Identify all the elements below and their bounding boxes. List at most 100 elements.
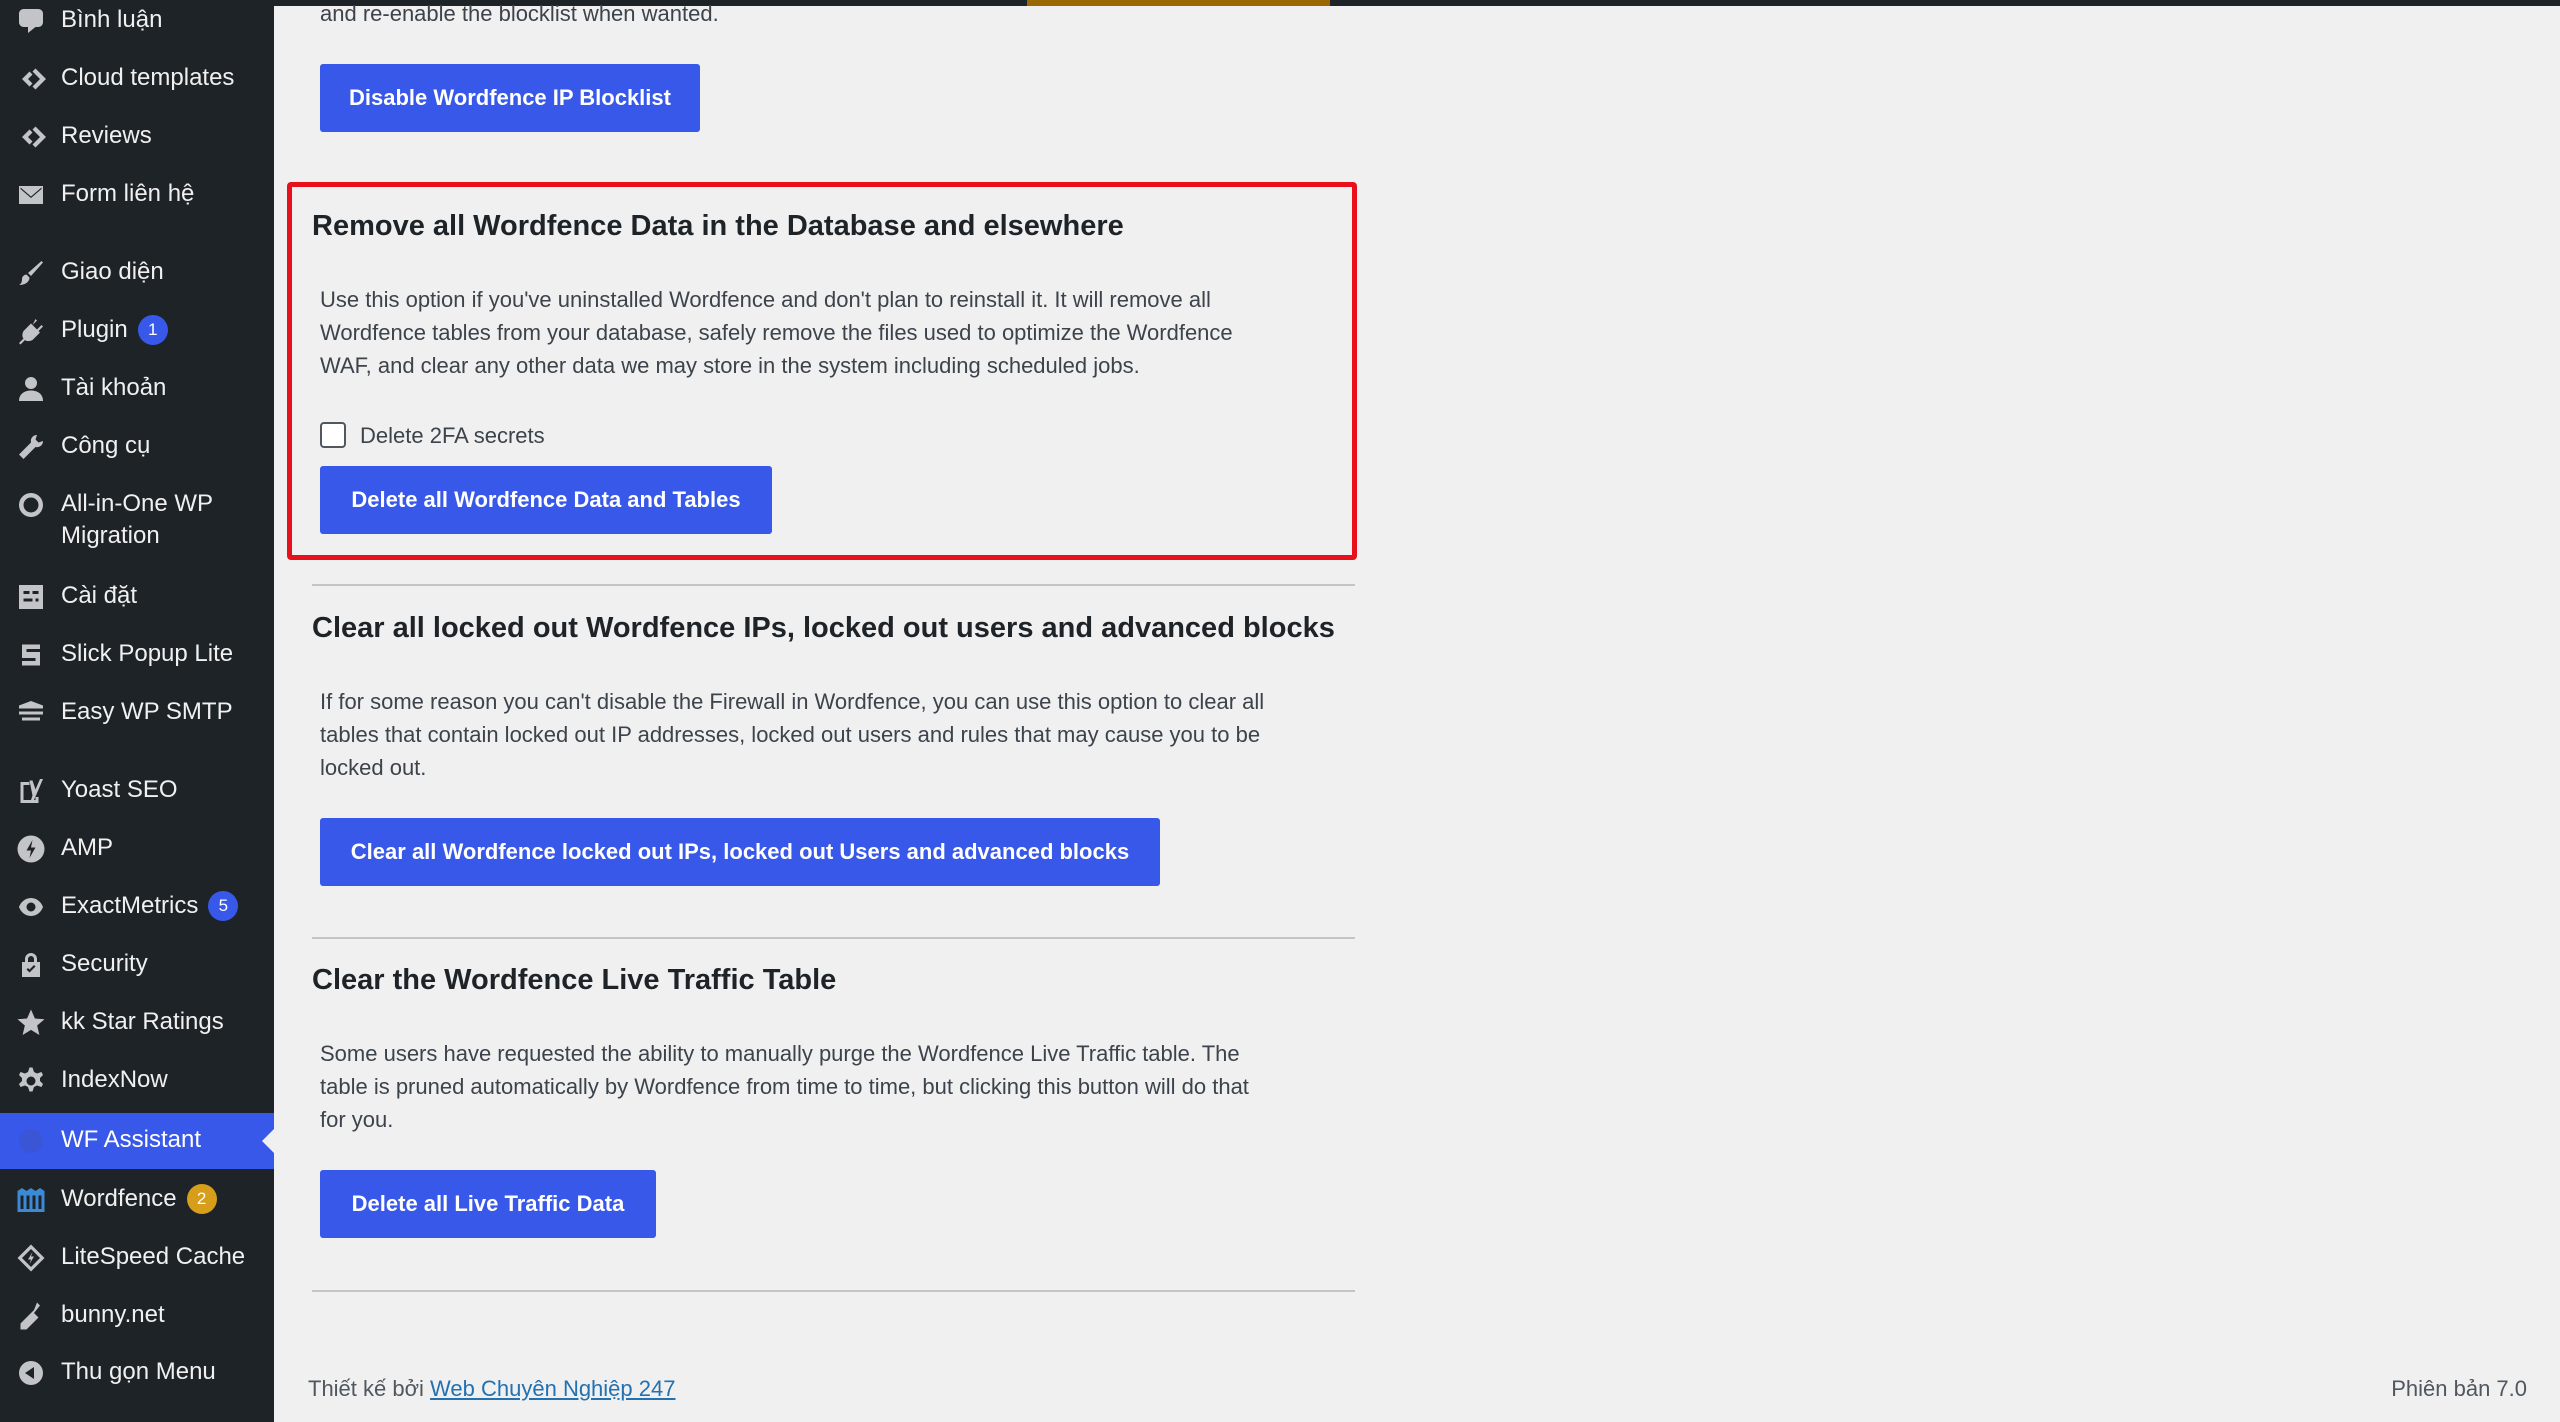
section-title-live-traffic: Clear the Wordfence Live Traffic Table: [312, 964, 837, 996]
description-line: WAF, and clear any other data we may sto…: [320, 353, 1140, 378]
sidebar-item-cloud-templates[interactable]: Cloud templates: [0, 62, 274, 98]
sidebar-item-label: Công cụ: [61, 432, 151, 459]
smtp-icon: [14, 696, 48, 730]
sidebar-item-label: IndexNow: [61, 1066, 168, 1093]
delete-live-traffic-button[interactable]: Delete all Live Traffic Data: [320, 1170, 656, 1238]
sidebar-item-tools[interactable]: Công cụ: [0, 430, 274, 466]
sidebar-item-comments[interactable]: Bình luận: [0, 4, 274, 40]
sidebar-item-label: Giao diện: [61, 258, 164, 285]
sidebar-item-security[interactable]: Security: [0, 948, 274, 984]
sidebar-item-wf-assistant[interactable]: WF Assistant: [0, 1113, 274, 1169]
sidebar-item-aio-migration[interactable]: All-in-One WP Migration: [0, 488, 274, 558]
footer-credit-prefix: Thiết kế bởi: [308, 1376, 424, 1401]
sidebar-item-label: Cài đặt: [61, 582, 138, 609]
sidebar-item-label: Plugin 1: [61, 314, 168, 346]
admin-bar-highlight: [1027, 0, 1330, 6]
bunny-icon: [14, 1299, 48, 1333]
section-description-remove-data: Use this option if you've uninstalled Wo…: [320, 283, 1233, 382]
sidebar-item-plugins[interactable]: Plugin 1: [0, 314, 274, 350]
migration-icon: [14, 488, 48, 522]
gear-icon: [14, 1064, 48, 1098]
section-description-live-traffic: Some users have requested the ability to…: [320, 1037, 1249, 1136]
sidebar-item-label: Yoast SEO: [61, 776, 178, 803]
description-line: Use this option if you've uninstalled Wo…: [320, 287, 1211, 312]
description-line: tables that contain locked out IP addres…: [320, 722, 1261, 747]
collapse-icon: [14, 1356, 48, 1390]
description-line: for you.: [320, 1107, 394, 1132]
brush-icon: [14, 256, 48, 290]
sidebar-item-indexnow[interactable]: IndexNow: [0, 1064, 274, 1100]
section-divider: [312, 584, 1355, 586]
sidebar-item-slick-popup[interactable]: Slick Popup Lite: [0, 638, 274, 674]
wordfence-icon: [14, 1183, 48, 1217]
sidebar-item-reviews[interactable]: Reviews: [0, 120, 274, 156]
footer-credit-link[interactable]: Web Chuyên Nghiệp 247: [430, 1376, 675, 1401]
delete-all-data-button[interactable]: Delete all Wordfence Data and Tables: [320, 466, 772, 534]
sidebar-item-label: Form liên hệ: [61, 180, 195, 207]
admin-sidebar: Bình luận Cloud templates Reviews Form l…: [0, 0, 274, 1422]
sidebar-item-label: Bình luận: [61, 6, 163, 33]
sidebar-item-users[interactable]: Tài khoản: [0, 372, 274, 408]
sidebar-item-label: Tài khoản: [61, 374, 167, 401]
sidebar-item-label: LiteSpeed Cache: [61, 1243, 246, 1270]
section-title-clear-lockouts: Clear all locked out Wordfence IPs, lock…: [312, 612, 1335, 644]
yoast-icon: [14, 774, 48, 808]
sidebar-item-label: Slick Popup Lite: [61, 640, 234, 667]
sidebar-item-wordfence[interactable]: Wordfence 2: [0, 1183, 274, 1219]
clear-lockouts-button[interactable]: Clear all Wordfence locked out IPs, lock…: [320, 818, 1160, 886]
delete-2fa-secrets-label[interactable]: Delete 2FA secrets: [360, 419, 545, 452]
footer-version: Phiên bản 7.0: [2391, 1376, 2527, 1401]
sidebar-item-exactmetrics[interactable]: ExactMetrics 5: [0, 890, 274, 926]
sidebar-item-yoast-seo[interactable]: Yoast SEO: [0, 774, 274, 810]
elementor-icon: [14, 62, 48, 96]
sidebar-item-amp[interactable]: AMP: [0, 832, 274, 868]
sidebar-item-label: ExactMetrics 5: [61, 890, 239, 922]
sidebar-item-appearance[interactable]: Giao diện: [0, 256, 274, 292]
litespeed-icon: [14, 1241, 48, 1275]
popup-icon: [14, 638, 48, 672]
amp-icon: [14, 832, 48, 866]
elementor-icon: [14, 120, 48, 154]
sidebar-item-label: Security: [61, 950, 148, 977]
update-count-badge: 1: [137, 315, 168, 345]
comment-icon: [14, 4, 48, 38]
metrics-icon: [14, 890, 48, 924]
sidebar-item-settings[interactable]: Cài đặt: [0, 580, 274, 616]
section-divider: [312, 1290, 1355, 1292]
lock-icon: [14, 948, 48, 982]
notification-count-badge: 2: [186, 1184, 217, 1214]
sidebar-item-label: All-in-One WP Migration: [61, 490, 213, 549]
section-divider: [312, 937, 1355, 939]
blocklist-description-tail: and re-enable the blocklist when wanted.: [320, 1, 719, 26]
notification-count-badge: 5: [208, 891, 239, 921]
description-line: If for some reason you can't disable the…: [320, 689, 1265, 714]
description-line: Some users have requested the ability to…: [320, 1041, 1240, 1066]
settings-icon: [14, 580, 48, 614]
sidebar-item-kk-star-ratings[interactable]: kk Star Ratings: [0, 1006, 274, 1042]
plugin-icon: [14, 314, 48, 348]
sidebar-item-label: Cloud templates: [61, 64, 235, 91]
delete-2fa-secrets-checkbox[interactable]: [320, 422, 346, 448]
disable-ip-blocklist-button[interactable]: Disable Wordfence IP Blocklist: [320, 64, 700, 132]
sidebar-item-label: Reviews: [61, 122, 152, 149]
sidebar-item-contact-form[interactable]: Form liên hệ: [0, 178, 274, 214]
star-icon: [14, 1006, 48, 1040]
sidebar-item-easy-wp-smtp[interactable]: Easy WP SMTP: [0, 696, 274, 732]
user-icon: [14, 372, 48, 406]
sidebar-item-label: Easy WP SMTP: [61, 698, 233, 725]
sidebar-item-label: WF Assistant: [61, 1126, 202, 1153]
sidebar-item-litespeed-cache[interactable]: LiteSpeed Cache: [0, 1241, 274, 1277]
active-indicator-arrow: [262, 1129, 274, 1153]
sidebar-item-label: kk Star Ratings: [61, 1008, 224, 1035]
mail-icon: [14, 178, 48, 212]
sidebar-item-label: AMP: [61, 834, 114, 861]
collapse-menu-button[interactable]: Thu gọn Menu: [0, 1356, 274, 1392]
sidebar-item-bunny-net[interactable]: bunny.net: [0, 1299, 274, 1335]
description-line: table is pruned automatically by Wordfen…: [320, 1074, 1249, 1099]
description-line: locked out.: [320, 755, 427, 780]
sidebar-item-label: Wordfence 2: [61, 1183, 217, 1215]
wf-assistant-icon: [14, 1124, 48, 1158]
sidebar-item-label: Thu gọn Menu: [61, 1358, 216, 1385]
section-title-remove-data: Remove all Wordfence Data in the Databas…: [312, 210, 1124, 242]
sidebar-item-label: bunny.net: [61, 1301, 165, 1328]
